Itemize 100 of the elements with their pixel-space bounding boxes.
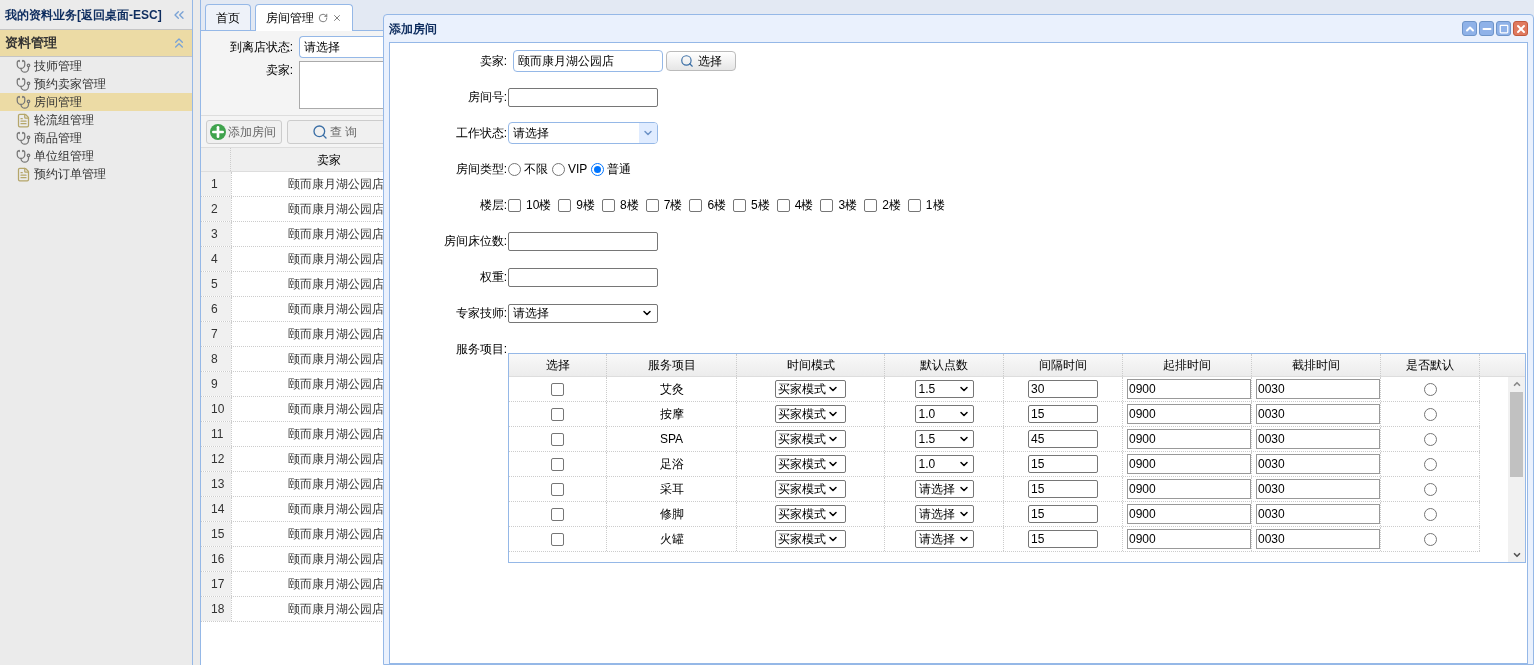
close-button[interactable] bbox=[1513, 21, 1528, 36]
close-icon[interactable] bbox=[332, 13, 342, 23]
row-number: 6 bbox=[201, 297, 231, 321]
sidebar-item[interactable]: 预约订单管理 bbox=[0, 165, 192, 183]
checkbox[interactable] bbox=[551, 507, 564, 521]
checkbox[interactable] bbox=[689, 198, 703, 212]
interval-field[interactable]: 15 bbox=[1028, 405, 1098, 423]
radio-button[interactable] bbox=[1423, 507, 1437, 521]
input-field[interactable] bbox=[508, 231, 658, 251]
refresh-icon[interactable] bbox=[318, 13, 328, 23]
column-header[interactable]: 时间模式 bbox=[737, 354, 885, 376]
checkbox[interactable] bbox=[551, 432, 564, 446]
column-header[interactable]: 间隔时间 bbox=[1004, 354, 1123, 376]
mode-dropdown[interactable]: 买家模式 bbox=[775, 505, 846, 523]
mode-dropdown[interactable]: 买家模式 bbox=[775, 480, 846, 498]
sidebar-item[interactable]: 轮流组管理 bbox=[0, 111, 192, 129]
end-time-field[interactable]: 0030 bbox=[1256, 404, 1380, 424]
column-header[interactable]: 是否默认 bbox=[1381, 354, 1480, 376]
column-header[interactable]: 默认点数 bbox=[885, 354, 1004, 376]
checkbox[interactable] bbox=[558, 198, 572, 212]
interval-field[interactable]: 15 bbox=[1028, 530, 1098, 548]
points-dropdown[interactable]: 请选择 bbox=[914, 505, 974, 523]
mode-dropdown[interactable]: 买家模式 bbox=[775, 430, 846, 448]
mode-dropdown[interactable]: 买家模式 bbox=[775, 405, 846, 423]
column-header[interactable]: 卖家 bbox=[231, 148, 381, 171]
interval-field[interactable]: 15 bbox=[1028, 480, 1098, 498]
checkbox[interactable] bbox=[645, 198, 659, 212]
seller-field[interactable]: 颐而康月湖公园店 bbox=[513, 50, 663, 72]
status-dropdown[interactable]: 请选择 bbox=[508, 122, 658, 144]
radio-button[interactable] bbox=[1423, 432, 1437, 446]
interval-field[interactable]: 15 bbox=[1028, 505, 1098, 523]
checkbox[interactable] bbox=[602, 198, 616, 212]
expert-dropdown[interactable]: 请选择 bbox=[508, 303, 658, 323]
tab[interactable]: 首页 bbox=[205, 4, 251, 30]
column-header[interactable]: 服务项目 bbox=[607, 354, 737, 376]
checkbox[interactable] bbox=[864, 198, 878, 212]
start-time-field[interactable]: 0900 bbox=[1127, 454, 1251, 474]
checkbox[interactable] bbox=[820, 198, 834, 212]
end-time-field[interactable]: 0030 bbox=[1256, 379, 1380, 399]
points-dropdown[interactable]: 1.0 bbox=[914, 405, 974, 423]
sidebar-item[interactable]: 单位组管理 bbox=[0, 147, 192, 165]
start-time-field[interactable]: 0900 bbox=[1127, 429, 1251, 449]
scroll-up-icon[interactable] bbox=[1511, 379, 1522, 389]
sidebar-item[interactable]: 技师管理 bbox=[0, 57, 192, 75]
mode-dropdown[interactable]: 买家模式 bbox=[775, 455, 846, 473]
input-field[interactable] bbox=[508, 87, 658, 107]
checkbox[interactable] bbox=[551, 382, 564, 396]
column-header[interactable]: 截排时间 bbox=[1252, 354, 1381, 376]
sidebar-item[interactable]: 商品管理 bbox=[0, 129, 192, 147]
checkbox[interactable] bbox=[776, 198, 790, 212]
radio-button[interactable] bbox=[591, 162, 605, 176]
start-time-field[interactable]: 0900 bbox=[1127, 504, 1251, 524]
column-header[interactable]: 选择 bbox=[509, 354, 607, 376]
radio-button[interactable] bbox=[1423, 457, 1437, 471]
scroll-down-icon[interactable] bbox=[1511, 550, 1522, 560]
add-room-button[interactable]: 添加房间 bbox=[206, 119, 282, 144]
column-header[interactable]: 起排时间 bbox=[1123, 354, 1252, 376]
points-dropdown[interactable]: 请选择 bbox=[914, 530, 974, 548]
minimize-button[interactable] bbox=[1479, 21, 1494, 36]
start-time-field[interactable]: 0900 bbox=[1127, 529, 1251, 549]
interval-field[interactable]: 45 bbox=[1028, 430, 1098, 448]
end-time-field[interactable]: 0030 bbox=[1256, 529, 1380, 549]
scrollbar[interactable] bbox=[1508, 377, 1525, 562]
tab[interactable]: 房间管理 bbox=[255, 4, 353, 31]
start-time-field[interactable]: 0900 bbox=[1127, 379, 1251, 399]
section-header[interactable]: 资料管理 bbox=[0, 30, 192, 57]
mode-dropdown[interactable]: 买家模式 bbox=[775, 380, 846, 398]
checkbox[interactable] bbox=[733, 198, 747, 212]
radio-button[interactable] bbox=[1423, 482, 1437, 496]
points-dropdown[interactable]: 1.5 bbox=[914, 380, 974, 398]
maximize-button[interactable] bbox=[1496, 21, 1511, 36]
collapse-button[interactable] bbox=[1462, 21, 1477, 36]
row-number: 18 bbox=[201, 597, 231, 621]
end-time-field[interactable]: 0030 bbox=[1256, 504, 1380, 524]
radio-button[interactable] bbox=[508, 162, 521, 176]
radio-button[interactable] bbox=[1423, 407, 1437, 421]
mode-dropdown[interactable]: 买家模式 bbox=[775, 530, 846, 548]
checkbox[interactable] bbox=[551, 457, 564, 471]
sidebar-item[interactable]: 房间管理 bbox=[0, 93, 192, 111]
interval-field[interactable]: 15 bbox=[1028, 455, 1098, 473]
checkbox[interactable] bbox=[508, 198, 521, 212]
radio-button[interactable] bbox=[1423, 532, 1437, 546]
radio-button[interactable] bbox=[552, 162, 565, 176]
sidebar-item[interactable]: 预约卖家管理 bbox=[0, 75, 192, 93]
checkbox[interactable] bbox=[551, 407, 564, 421]
checkbox[interactable] bbox=[551, 532, 564, 546]
radio-button[interactable] bbox=[1423, 382, 1437, 396]
checkbox[interactable] bbox=[907, 198, 921, 212]
end-time-field[interactable]: 0030 bbox=[1256, 479, 1380, 499]
points-dropdown[interactable]: 1.0 bbox=[914, 455, 974, 473]
choose-button[interactable]: 选择 bbox=[666, 51, 736, 71]
points-dropdown[interactable]: 请选择 bbox=[914, 480, 974, 498]
start-time-field[interactable]: 0900 bbox=[1127, 404, 1251, 424]
start-time-field[interactable]: 0900 bbox=[1127, 479, 1251, 499]
points-dropdown[interactable]: 1.5 bbox=[914, 430, 974, 448]
checkbox[interactable] bbox=[551, 482, 564, 496]
end-time-field[interactable]: 0030 bbox=[1256, 454, 1380, 474]
interval-field[interactable]: 30 bbox=[1028, 380, 1098, 398]
end-time-field[interactable]: 0030 bbox=[1256, 429, 1380, 449]
input-field[interactable] bbox=[508, 267, 658, 287]
